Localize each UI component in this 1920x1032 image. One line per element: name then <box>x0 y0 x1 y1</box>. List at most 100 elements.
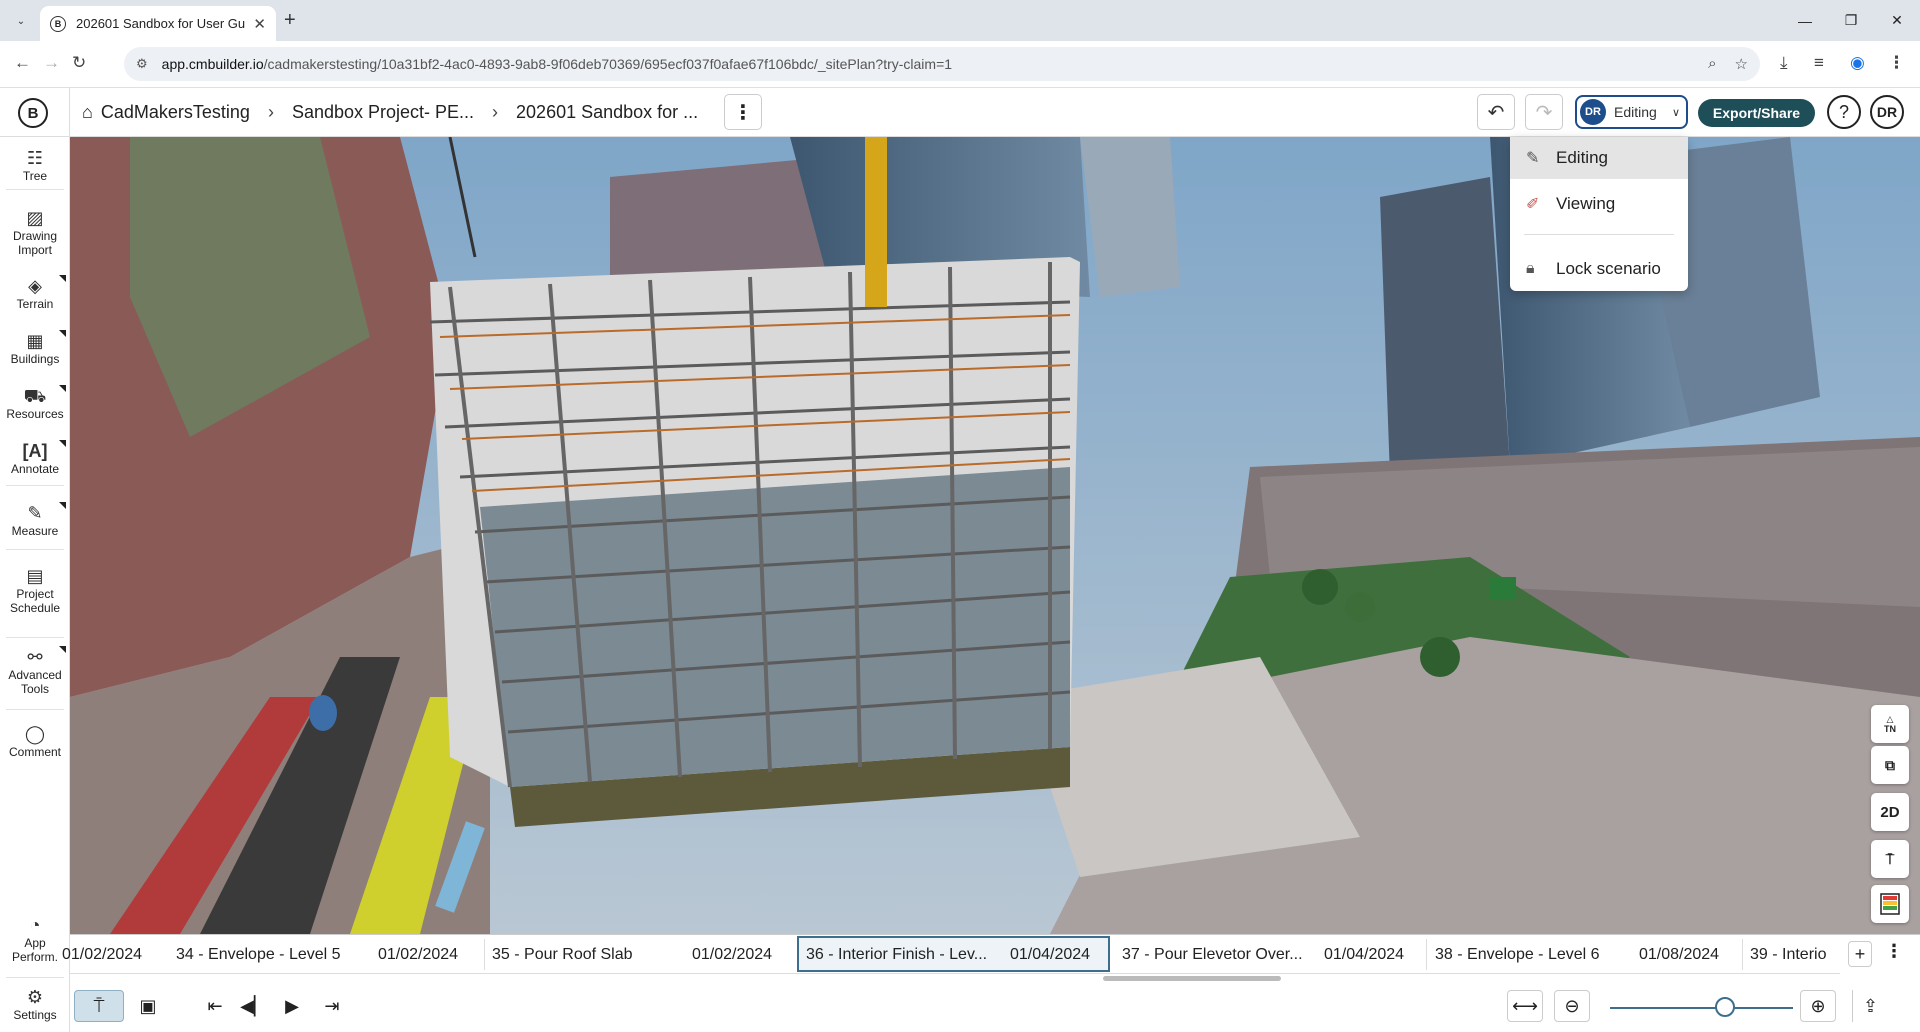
browser-tab[interactable]: B 202601 Sandbox for User Guide ✕ <box>40 6 276 41</box>
timeline-date[interactable]: 01/04/2024 <box>1010 935 1090 974</box>
fit-width-icon: ⟷ <box>1512 995 1538 1016</box>
timeline-task[interactable]: 34 - Envelope - Level 5 <box>176 935 341 974</box>
timeline-date[interactable]: 01/08/2024 <box>1639 935 1719 974</box>
play-button[interactable]: ▶ <box>275 990 309 1022</box>
submenu-indicator <box>59 275 66 282</box>
undo-button[interactable]: ↶ <box>1477 94 1515 130</box>
tool-project-schedule[interactable]: ▤ Project Schedule <box>0 565 70 615</box>
address-bar[interactable]: ⚙ app.cmbuilder.io/cadmakerstesting/10a3… <box>124 47 1760 81</box>
breadcrumb-project[interactable]: Sandbox Project- PE... <box>292 102 474 123</box>
media-control-icon[interactable]: ≡ <box>1814 53 1824 73</box>
view-cube-button[interactable]: ⧉ <box>1871 746 1909 784</box>
zoom-slider-thumb[interactable] <box>1715 997 1736 1017</box>
tool-label: Settings <box>13 1008 57 1022</box>
restore-button[interactable]: ❐ <box>1828 0 1874 41</box>
timeline-task[interactable]: 38 - Envelope - Level 6 <box>1435 935 1600 974</box>
tool-annotate[interactable]: [A] Annotate <box>0 440 70 476</box>
breadcrumb-organization[interactable]: CadMakersTesting <box>101 102 250 123</box>
skip-to-end-button[interactable]: ⇥ <box>315 990 349 1022</box>
tab-search-button[interactable]: ⌄ <box>10 10 32 32</box>
tool-measure[interactable]: ✎ Measure <box>0 502 70 538</box>
timeline-divider <box>1426 939 1427 970</box>
home-icon[interactable]: ⌂ <box>82 102 93 123</box>
legend-button[interactable] <box>1871 885 1909 923</box>
bookmark-star-icon[interactable]: ☆ <box>1735 55 1748 73</box>
zoom-slider[interactable] <box>1610 1007 1793 1009</box>
export-share-button[interactable]: Export/Share <box>1698 99 1815 127</box>
tool-advanced-tools[interactable]: ⚯ Advanced Tools <box>0 646 70 696</box>
menu-item-editing[interactable]: ✎ Editing <box>1510 137 1688 179</box>
tool-resources[interactable]: ⛟ Resources <box>0 385 70 421</box>
menu-item-lock-scenario[interactable]: 🔒︎ Lock scenario <box>1510 248 1688 290</box>
left-toolbar: ☷ Tree ▨ Drawing Import ◈ Terrain ▦ Buil… <box>0 137 70 1032</box>
zoom-in-button[interactable]: ⊕ <box>1800 990 1836 1022</box>
tool-buildings[interactable]: ▦ Buildings <box>0 330 70 366</box>
submenu-indicator <box>59 385 66 392</box>
compass-arrow-icon: △ <box>1886 714 1894 724</box>
timeline-task[interactable]: 39 - Interio <box>1750 935 1838 974</box>
collapse-panel-button[interactable]: ⇪ <box>1852 990 1888 1022</box>
zoom-out-button[interactable]: ⊖ <box>1554 990 1590 1022</box>
timeline-date[interactable]: 01/04/2024 <box>1324 935 1404 974</box>
crane-view-button[interactable]: ⍑ <box>1871 840 1909 878</box>
mode-avatar: DR <box>1580 99 1606 125</box>
timeline-date[interactable]: 01/02/2024 <box>378 935 458 974</box>
toggle-2d-button[interactable]: 2D <box>1871 793 1909 831</box>
toolbar-divider <box>6 549 64 550</box>
timeline-date[interactable]: 01/02/2024 <box>62 935 142 974</box>
timeline-scrollbar[interactable] <box>1103 976 1281 981</box>
presentation-button[interactable]: ▣ <box>130 990 166 1022</box>
profile-icon[interactable]: ◉ <box>1850 53 1865 73</box>
tool-label: Resources <box>6 407 64 421</box>
downloads-icon[interactable]: ⤓ <box>1780 53 1788 73</box>
timeline-more-button[interactable]: ⋮ <box>1885 941 1903 962</box>
site-options-button[interactable]: ⋮ <box>724 94 762 130</box>
minimize-button[interactable]: — <box>1782 0 1828 41</box>
tool-terrain[interactable]: ◈ Terrain <box>0 275 70 311</box>
tool-tree[interactable]: ☷ Tree <box>0 147 70 183</box>
tool-label: Tree <box>22 169 48 183</box>
timeline-task[interactable]: 37 - Pour Elevetor Over... <box>1122 935 1303 974</box>
timeline-date[interactable]: 01/02/2024 <box>692 935 772 974</box>
site-info-icon[interactable]: ⚙ <box>136 56 148 72</box>
tab-close-icon[interactable]: ✕ <box>253 15 266 33</box>
close-window-button[interactable]: ✕ <box>1874 0 1920 41</box>
tab-title: 202601 Sandbox for User Guide <box>76 16 246 31</box>
zoom-icon[interactable]: ⌕ <box>1708 55 1716 73</box>
site-view-button[interactable]: ⍑ <box>74 990 124 1022</box>
tool-app-performance[interactable]: ◔ App Perform. <box>0 914 70 964</box>
back-arrow-icon[interactable]: ← <box>14 53 31 73</box>
timeline-task[interactable]: 36 - Interior Finish - Lev... <box>806 935 987 974</box>
tool-label: Measure <box>11 524 59 538</box>
browser-menu-icon[interactable]: ⋮ <box>1888 53 1905 73</box>
timeline-add-button[interactable]: + <box>1848 941 1872 967</box>
user-avatar[interactable]: DR <box>1870 95 1904 129</box>
comment-icon: ◯ <box>24 724 46 744</box>
tool-settings[interactable]: ⚙ Settings <box>0 986 70 1022</box>
tool-comment[interactable]: ◯ Comment <box>0 723 70 759</box>
reload-icon[interactable]: ↻ <box>72 53 86 73</box>
timeline-task[interactable]: 35 - Pour Roof Slab <box>492 935 633 974</box>
tool-label: Advanced Tools <box>8 668 62 696</box>
mode-selector[interactable]: DR Editing ∨ <box>1575 95 1688 129</box>
url-host: app.cmbuilder.io <box>161 56 264 72</box>
chevron-down-icon: ∨ <box>1671 106 1680 119</box>
help-button[interactable]: ? <box>1827 95 1861 129</box>
tool-drawing-import[interactable]: ▨ Drawing Import <box>0 207 70 257</box>
pencil-icon: ✎ <box>1526 150 1540 167</box>
menu-item-viewing[interactable]: ✐ Viewing <box>1510 183 1688 225</box>
cube-icon: ⧉ <box>1885 756 1895 773</box>
fit-timeline-button[interactable]: ⟷ <box>1507 990 1543 1022</box>
toolbar-divider <box>6 637 64 638</box>
north-orientation-button[interactable]: △ TN <box>1871 705 1909 743</box>
browser-tab-bar: ⌄ B 202601 Sandbox for User Guide ✕ + — … <box>0 0 1920 41</box>
mode-dropdown-menu: ✎ Editing ✐ Viewing 🔒︎ Lock scenario <box>1510 137 1688 291</box>
forward-arrow-icon[interactable]: → <box>43 53 60 73</box>
redo-button[interactable]: ↷ <box>1525 94 1563 130</box>
app-logo[interactable]: B <box>18 98 48 128</box>
breadcrumb-site[interactable]: 202601 Sandbox for ... <box>516 102 698 123</box>
skip-to-start-button[interactable]: ⇤ <box>198 990 232 1022</box>
step-back-button[interactable]: ◀▏ <box>237 990 271 1022</box>
timeline-divider <box>484 939 485 970</box>
new-tab-button[interactable]: + <box>284 9 296 32</box>
